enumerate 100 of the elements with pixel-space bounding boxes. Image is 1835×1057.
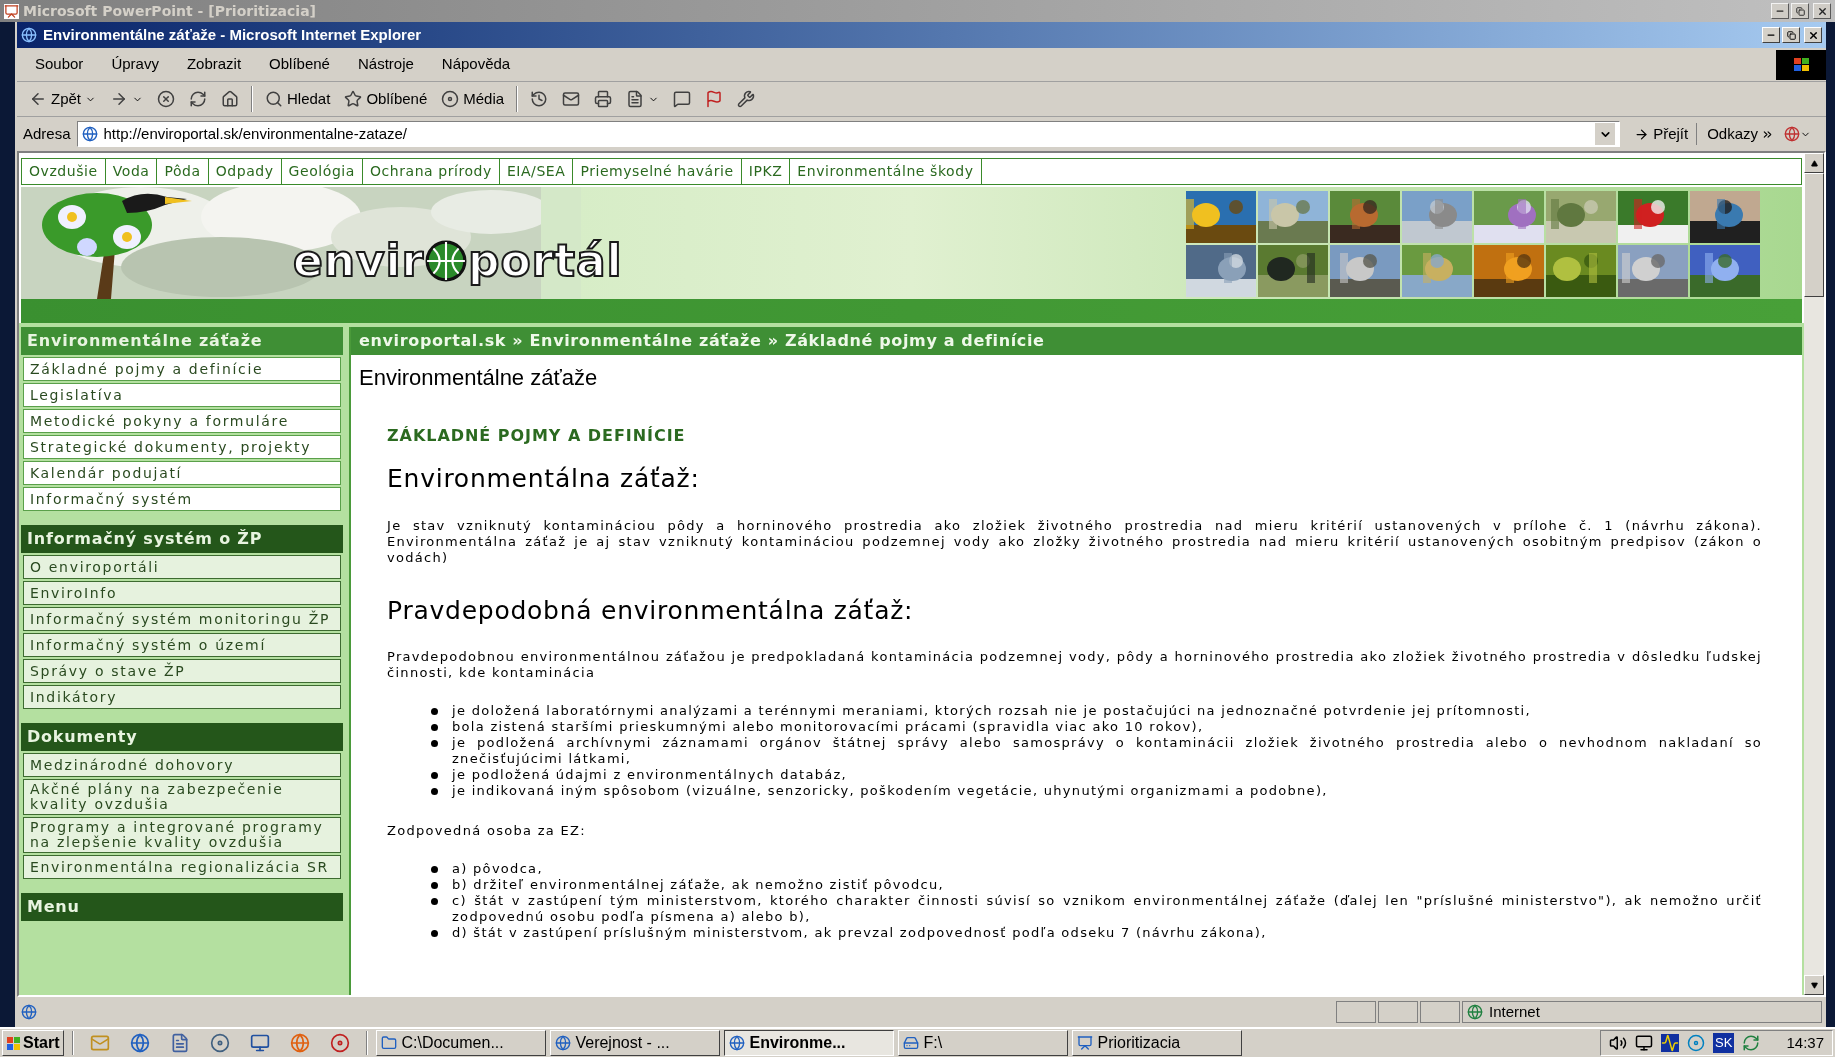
start-button[interactable]: Start	[2, 1030, 65, 1056]
toolbar-button[interactable]: Hledat	[261, 85, 335, 113]
sidebar-item[interactable]: Indikátory	[23, 685, 341, 709]
nav-link[interactable]: Ovzdušie	[22, 159, 106, 184]
mail-icon	[562, 90, 581, 108]
nav-link[interactable]: EIA/SEA	[499, 159, 574, 184]
disc-icon	[441, 90, 460, 108]
quick-launch-icon[interactable]	[130, 1033, 151, 1053]
sidebar-item[interactable]: Informačný systém	[23, 487, 341, 511]
nav-link[interactable]: Environmentálne škody	[790, 159, 982, 184]
links-button[interactable]: Odkazy	[1703, 122, 1778, 146]
taskbar-button[interactable]: F:\	[898, 1030, 1069, 1056]
refresh-icon	[189, 90, 207, 108]
sidebar-heading: Dokumenty	[21, 723, 343, 751]
menu-item[interactable]: Nástroje	[345, 53, 426, 76]
wrench-icon	[737, 90, 756, 108]
activity-icon[interactable]	[1661, 1034, 1680, 1052]
nav-link[interactable]: Ochrana prírody	[362, 159, 500, 184]
globe-icon	[555, 1035, 572, 1051]
quick-launch-icon[interactable]	[330, 1033, 351, 1053]
toolbar-button[interactable]: Zpět	[25, 85, 100, 113]
page-icon	[81, 126, 98, 142]
nav-link[interactable]: Geológia	[281, 159, 363, 184]
restore-button[interactable]	[1782, 27, 1800, 43]
sidebar-item[interactable]: Metodické pokyny a formuláre	[23, 409, 341, 433]
sidebar-item[interactable]: Legislatíva	[23, 383, 341, 407]
bullet-icon	[431, 898, 438, 905]
dropdown-icon	[1595, 123, 1616, 145]
page-title: Environmentálne záťaže	[358, 364, 599, 392]
menu-item[interactable]: Zobrazit	[174, 53, 254, 76]
definition-heading: Environmentálna záťaž:	[387, 463, 701, 495]
nav-link[interactable]: Pôda	[157, 159, 209, 184]
minimize-button[interactable]	[1762, 27, 1780, 43]
quick-launch-icon[interactable]	[210, 1033, 231, 1053]
toolbar-button[interactable]: Média	[437, 85, 509, 113]
sidebar-item[interactable]: Správy o stave ŽP	[23, 659, 341, 683]
forward-icon	[110, 90, 128, 108]
bullet-icon	[431, 930, 438, 937]
sidebar-heading: Menu	[21, 893, 343, 921]
list-item: bola zistená staršími prieskumnými alebo monitorovacími prácami (spravidla viac ako 10 rokov),	[452, 719, 1205, 735]
taskbar-button[interactable]: Prioritizacia	[1072, 1030, 1243, 1056]
sidebar-item[interactable]: Informačný systém monitoringu ŽP	[23, 607, 341, 631]
scrollbar[interactable]	[1804, 153, 1824, 995]
scroll-up-button[interactable]	[1804, 153, 1824, 173]
globe-icon	[425, 240, 468, 282]
status-pane	[1420, 1001, 1460, 1023]
windows-logo-icon	[1776, 49, 1826, 80]
sidebar-item[interactable]: Environmentálna regionalizácia SR	[23, 855, 341, 879]
address-field[interactable]: http://enviroportal.sk/environmentalne-zataze/	[76, 121, 1621, 147]
restore-button[interactable]	[1791, 3, 1809, 19]
language-indicator[interactable]: SK	[1713, 1033, 1735, 1053]
minimize-button[interactable]	[1771, 3, 1789, 19]
speaker-icon[interactable]	[1609, 1034, 1628, 1052]
sidebar-item[interactable]: Programy a integrované programy na zlepšenie kvality ovzdušia	[23, 817, 341, 853]
scroll-thumb[interactable]	[1804, 173, 1824, 297]
close-icon	[1807, 29, 1819, 41]
up-arrow-icon	[1810, 159, 1818, 167]
bullet-icon	[431, 866, 438, 873]
sidebar-item[interactable]: Kalendár podujatí	[23, 461, 341, 485]
sidebar-item[interactable]: EnviroInfo	[23, 581, 341, 605]
menu-item[interactable]: Soubor	[23, 53, 96, 76]
slides-icon	[1077, 1035, 1094, 1051]
taskbar-button[interactable]: Environme...	[724, 1030, 895, 1056]
close-button[interactable]	[1804, 27, 1822, 43]
sidebar-item[interactable]: Medzinárodné dohovory	[23, 753, 341, 777]
quick-launch-icon[interactable]	[250, 1033, 271, 1053]
menu-item[interactable]: Úpravy	[99, 53, 171, 76]
folder-icon	[381, 1035, 398, 1051]
quick-launch-icon[interactable]	[170, 1033, 191, 1053]
toolbar-button[interactable]: Oblíbené	[340, 85, 432, 113]
sidebar-item[interactable]: Akčné plány na zabezpečenie kvality ovzdušia	[23, 779, 341, 815]
globe-icon	[1467, 1004, 1483, 1020]
close-icon	[1816, 5, 1828, 17]
network-icon[interactable]	[1635, 1034, 1654, 1052]
sidebar-item[interactable]: Strategické dokumenty, projekty	[23, 435, 341, 459]
down-arrow-icon	[1810, 981, 1818, 989]
sidebar-item[interactable]: Základné pojmy a definície	[23, 357, 341, 381]
menu-item[interactable]: Nápověda	[429, 53, 523, 76]
arrow-icon	[1634, 126, 1650, 142]
flag-icon	[705, 90, 724, 108]
sidebar-item[interactable]: Informačný systém o území	[23, 633, 341, 657]
zone-label: Internet	[1489, 1001, 1540, 1022]
menu-item[interactable]: Oblíbené	[257, 53, 342, 76]
sync-icon[interactable]	[1742, 1034, 1761, 1052]
nav-link[interactable]: Priemyselné havárie	[573, 159, 742, 184]
disc-icon[interactable]	[1687, 1034, 1706, 1052]
taskbar-button[interactable]: Verejnost - ...	[550, 1030, 721, 1056]
nav-link[interactable]: Voda	[105, 159, 158, 184]
go-button[interactable]: Přejít	[1626, 122, 1698, 146]
nav-link[interactable]: Odpady	[208, 159, 282, 184]
nav-link[interactable]: IPKZ	[741, 159, 791, 184]
close-button[interactable]	[1813, 3, 1831, 19]
breadcrumb: enviroportal.sk » Environmentálne záťaže » Základné pojmy a definície	[351, 327, 1802, 355]
taskbar-button[interactable]: C:\Documen...	[376, 1030, 547, 1056]
sidebar-item[interactable]: O enviroportáli	[23, 555, 341, 579]
restore-icon	[1786, 30, 1796, 40]
slides-icon	[4, 3, 19, 19]
star-icon	[344, 90, 363, 108]
stop-icon	[157, 90, 175, 108]
scroll-down-button[interactable]	[1804, 975, 1824, 995]
